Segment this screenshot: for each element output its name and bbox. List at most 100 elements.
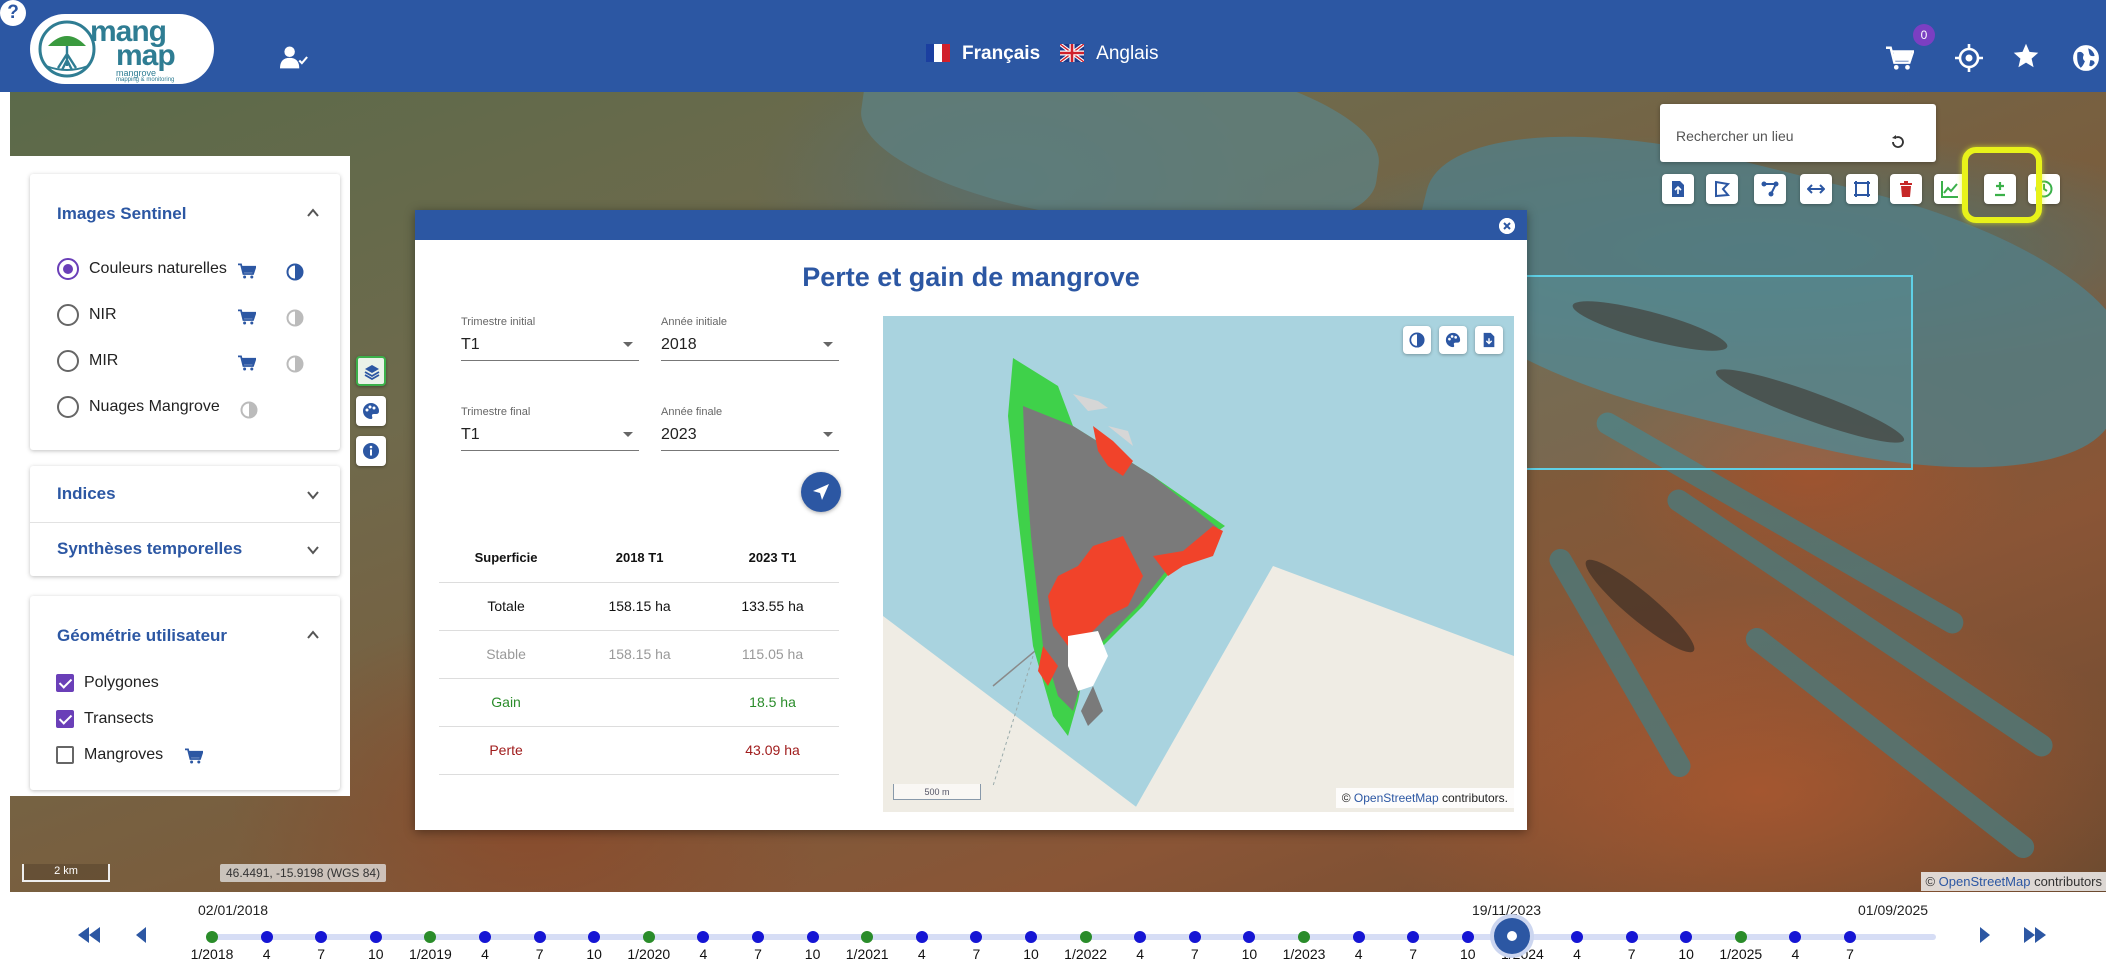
step-forward-icon[interactable] (1978, 926, 1992, 944)
delete-geometry-button[interactable] (1890, 174, 1922, 204)
draw-polygon-button[interactable] (1706, 174, 1738, 204)
skip-forward-icon[interactable] (2022, 926, 2048, 944)
locate-crosshair-icon[interactable] (1955, 44, 1983, 72)
timeline-handle[interactable] (1494, 918, 1530, 954)
reset-icon[interactable] (1890, 134, 1906, 150)
radio-selected[interactable] (57, 257, 79, 280)
cart-icon[interactable] (1886, 44, 1914, 72)
option-nir[interactable]: NIR (57, 302, 117, 328)
end-year-select[interactable]: Année finale 2023 (661, 406, 839, 456)
close-icon[interactable] (1499, 218, 1515, 234)
search-placeholder[interactable]: Rechercher un lieu (1676, 128, 1794, 144)
timeline-tick-dot[interactable] (1571, 931, 1583, 943)
option-mir[interactable]: MIR (57, 348, 118, 374)
timeline-tick-dot[interactable] (1243, 931, 1256, 943)
timeline-tick-dot[interactable] (479, 931, 491, 943)
help-icon[interactable]: ? (0, 0, 26, 26)
indices-title[interactable]: Indices (57, 484, 116, 504)
timeline-tick-dot[interactable] (1079, 931, 1092, 943)
timeline-tick-dot[interactable] (588, 931, 601, 943)
checkbox-checked[interactable] (56, 709, 74, 728)
timeline-tick-dot[interactable] (697, 931, 710, 943)
draw-line-button[interactable] (1754, 174, 1786, 204)
chevron-down-icon[interactable] (306, 488, 320, 502)
change-map-view[interactable]: 500 m © OpenStreetMap contributors. (883, 316, 1514, 812)
flag-fr-icon[interactable] (926, 44, 950, 62)
contrast-icon[interactable] (286, 355, 304, 373)
map-attribution-link[interactable]: OpenStreetMap (1939, 874, 2031, 889)
check-transects[interactable]: Transects (56, 706, 154, 732)
timeline-tick-dot[interactable] (1625, 931, 1638, 943)
timeline-tick-dot[interactable] (206, 931, 218, 943)
timeline-tick-dot[interactable] (1680, 931, 1693, 943)
timeline-tick-dot[interactable] (1734, 931, 1747, 943)
user-geometry-title[interactable]: Géométrie utilisateur (57, 626, 227, 646)
select-value[interactable]: 2023 (661, 426, 697, 444)
timeline-tick-dot[interactable] (1298, 931, 1310, 943)
timeline-tick-dot[interactable] (1134, 931, 1147, 943)
contrast-icon[interactable] (286, 309, 304, 327)
skip-back-icon[interactable] (76, 926, 102, 944)
option-nuages-mangrove[interactable]: Nuages Mangrove (57, 394, 220, 420)
favorites-star-icon[interactable] (2012, 42, 2040, 70)
timeline-tick-dot[interactable] (861, 931, 874, 943)
place-search-box[interactable]: Rechercher un lieu (1660, 104, 1936, 162)
lang-fr-button[interactable]: Français (962, 43, 1040, 64)
start-quarter-select[interactable]: Trimestre initial T1 (461, 316, 639, 366)
timeline-tick-dot[interactable] (1407, 931, 1420, 943)
user-check-icon[interactable] (280, 43, 308, 71)
radio-unselected[interactable] (57, 303, 79, 326)
transect-button[interactable] (1800, 174, 1832, 204)
timeline-tick-dot[interactable] (970, 931, 983, 943)
timeline-tick-dot[interactable] (315, 931, 328, 943)
timeline-tick-dot[interactable] (1461, 931, 1474, 943)
mini-map-attribution-link[interactable]: OpenStreetMap (1354, 791, 1439, 805)
step-back-icon[interactable] (134, 926, 148, 944)
timeline-tick-dot[interactable] (1844, 931, 1856, 943)
timeline-tick-dot[interactable] (260, 931, 273, 943)
import-file-button[interactable] (1662, 174, 1694, 204)
sentinel-card-title[interactable]: Images Sentinel (57, 204, 186, 224)
chevron-up-icon[interactable] (306, 628, 320, 642)
checkbox-checked[interactable] (56, 673, 74, 692)
contrast-icon[interactable] (286, 263, 304, 281)
start-year-select[interactable]: Année initiale 2018 (661, 316, 839, 366)
timeline-tick-dot[interactable] (752, 931, 764, 943)
end-quarter-select[interactable]: Trimestre final T1 (461, 406, 639, 456)
syntheses-title[interactable]: Synthèses temporelles (57, 539, 242, 559)
cart-icon[interactable] (185, 748, 203, 764)
radio-unselected[interactable] (57, 349, 79, 372)
select-value[interactable]: T1 (461, 426, 480, 444)
draw-rectangle-button[interactable] (1846, 174, 1878, 204)
mangmap-logo[interactable]: mang map mangrove mapping & monitoring (30, 14, 214, 84)
flag-uk-icon[interactable] (1060, 44, 1085, 62)
timeline-tick-dot[interactable] (533, 931, 546, 943)
cart-icon[interactable] (238, 263, 256, 279)
timeline-tick-dot[interactable] (642, 931, 655, 943)
dropdown-arrow-icon[interactable] (623, 342, 633, 347)
dropdown-arrow-icon[interactable] (823, 342, 833, 347)
lang-en-button[interactable]: Anglais (1096, 43, 1158, 64)
select-value[interactable]: T1 (461, 336, 480, 354)
layers-button[interactable] (356, 356, 386, 386)
chevron-down-icon[interactable] (306, 543, 320, 557)
select-value[interactable]: 2018 (661, 336, 697, 354)
info-button[interactable] (356, 436, 386, 466)
globe-icon[interactable] (2072, 44, 2100, 72)
dropdown-arrow-icon[interactable] (623, 432, 633, 437)
timeline-tick-dot[interactable] (806, 931, 819, 943)
timeline-tick-dot[interactable] (1789, 931, 1802, 943)
timeline-tick-dot[interactable] (1352, 931, 1365, 943)
contrast-button[interactable] (1403, 326, 1431, 354)
cart-icon[interactable] (238, 309, 256, 325)
timeline-tick-dot[interactable] (424, 931, 437, 943)
palette-button[interactable] (1439, 326, 1467, 354)
cart-icon[interactable] (238, 355, 256, 371)
check-mangroves[interactable]: Mangroves (56, 742, 163, 768)
timeline-tick-dot[interactable] (1188, 931, 1201, 943)
chevron-up-icon[interactable] (306, 206, 320, 220)
palette-button[interactable] (356, 396, 386, 426)
timeline-tick-dot[interactable] (369, 931, 382, 943)
area-of-interest-rectangle[interactable] (1523, 275, 1913, 470)
compute-button[interactable] (801, 472, 841, 512)
